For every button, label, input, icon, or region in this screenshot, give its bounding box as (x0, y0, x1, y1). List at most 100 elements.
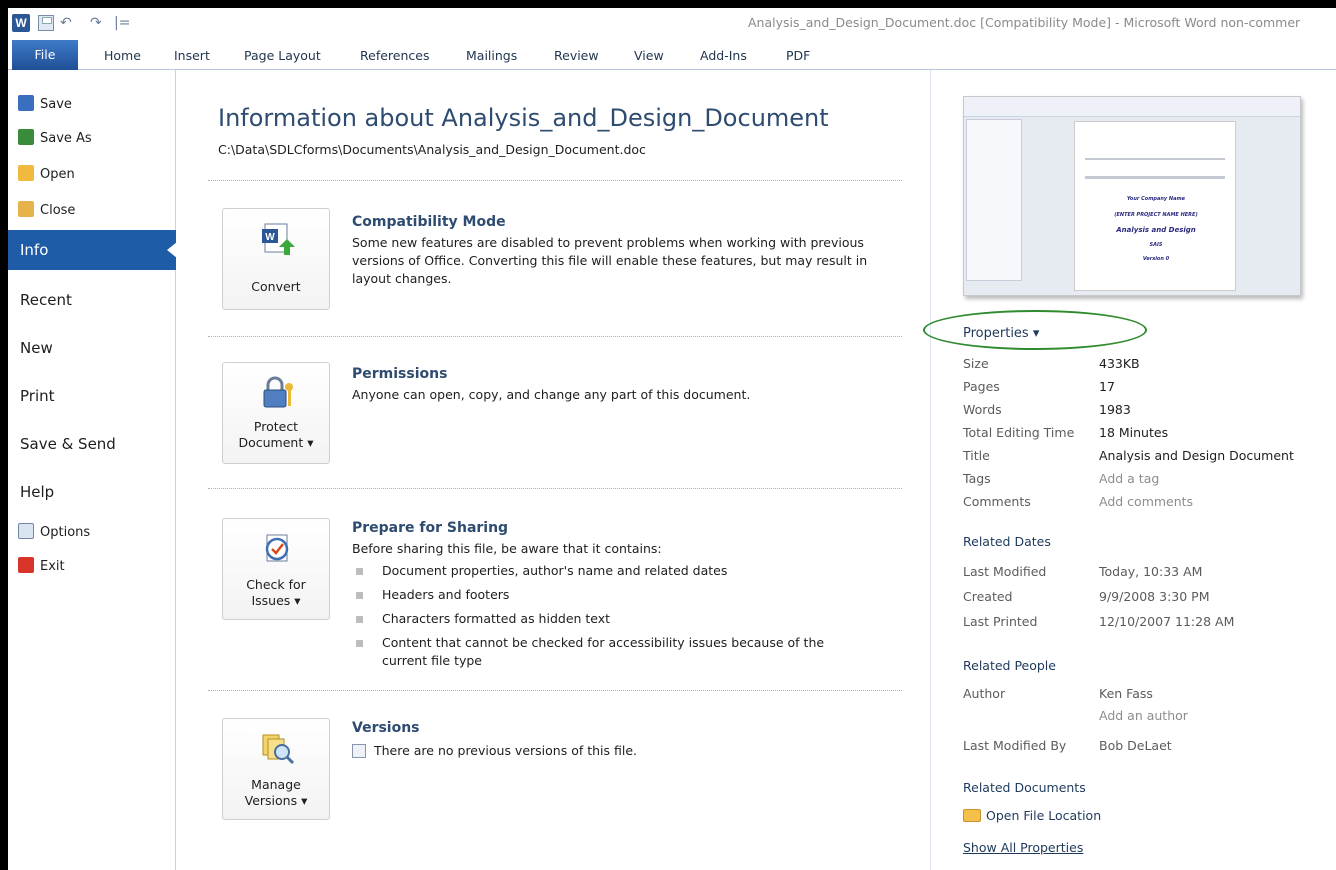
open-folder-icon (18, 165, 34, 181)
convert-button[interactable]: W Convert (222, 208, 330, 310)
prop-value: 17 (1099, 379, 1115, 394)
nav-item-info[interactable]: Info (8, 230, 177, 270)
protect-label-line1: Protect (253, 419, 299, 434)
nav-item-new[interactable]: New (8, 328, 176, 368)
properties-dropdown[interactable]: Properties ▾ (963, 326, 1039, 341)
nav-item-recent[interactable]: Recent (8, 280, 176, 320)
exit-label: Exit (40, 559, 65, 574)
check-issues-label-line1: Check for (246, 577, 306, 592)
sharing-bullet: Content that cannot be checked for acces… (354, 634, 864, 670)
inspect-document-icon (265, 534, 289, 562)
protect-label-line2: Document ▾ (238, 435, 314, 450)
ribbon-tabs: File Home Insert Page Layout References … (8, 40, 1336, 70)
document-thumbnail[interactable]: Your Company Name (ENTER PROJECT NAME HE… (963, 96, 1301, 296)
divider (208, 488, 902, 489)
tab-page-layout[interactable]: Page Layout (244, 45, 321, 67)
versions-title: Versions (352, 720, 420, 736)
compatibility-text: Some new features are disabled to preven… (352, 235, 868, 286)
tab-home[interactable]: Home (104, 45, 141, 67)
related-people-heading: Related People (963, 658, 1056, 673)
open-command[interactable]: Open (18, 164, 75, 186)
prop-label: Title (963, 448, 990, 463)
open-label: Open (40, 167, 75, 182)
related-dates-heading: Related Dates (963, 534, 1051, 549)
permissions-title: Permissions (352, 366, 448, 382)
options-label: Options (40, 525, 91, 540)
modified-by-name[interactable]: Bob DeLaet (1099, 738, 1172, 753)
prop-label: Pages (963, 379, 1000, 394)
versions-text: There are no previous versions of this f… (352, 742, 872, 760)
sharing-bullet: Document properties, author's name and r… (354, 562, 874, 580)
check-issues-label-line2: Issues ▾ (251, 593, 301, 608)
divider (208, 336, 902, 337)
lock-key-icon (263, 376, 293, 408)
show-all-properties-link[interactable]: Show All Properties (963, 840, 1083, 855)
nav-item-print[interactable]: Print (8, 376, 176, 416)
close-label: Close (40, 203, 76, 218)
tab-file[interactable]: File (12, 40, 78, 70)
options-icon (18, 523, 34, 539)
save-as-command[interactable]: Save As (18, 128, 92, 150)
related-documents-heading: Related Documents (963, 780, 1086, 795)
save-command[interactable]: Save (18, 94, 72, 116)
redo-icon[interactable]: ↷ (90, 14, 102, 32)
versions-small-icon (352, 744, 366, 758)
exit-command[interactable]: Exit (18, 556, 65, 578)
add-author-field[interactable]: Add an author (1099, 708, 1188, 723)
exit-icon (18, 557, 34, 573)
convert-label: Convert (251, 279, 301, 294)
thumbnail-navigation (966, 119, 1022, 281)
tab-insert[interactable]: Insert (174, 45, 210, 67)
options-command[interactable]: Options (18, 522, 90, 544)
tab-pdf[interactable]: PDF (786, 45, 810, 67)
check-for-issues-button[interactable]: Check for Issues ▾ (222, 518, 330, 620)
save-as-icon (18, 129, 34, 145)
title-field[interactable]: Analysis and Design Document (1099, 448, 1294, 463)
quick-save-icon[interactable] (38, 15, 54, 31)
properties-panel: Your Company Name (ENTER PROJECT NAME HE… (923, 70, 1336, 870)
save-icon (18, 95, 34, 111)
versions-text-label: There are no previous versions of this f… (374, 743, 638, 758)
tab-add-ins[interactable]: Add-Ins (700, 45, 747, 67)
prop-label: Words (963, 402, 1002, 417)
tags-field[interactable]: Add a tag (1099, 471, 1159, 486)
manage-versions-button[interactable]: Manage Versions ▾ (222, 718, 330, 820)
open-file-location-link[interactable]: Open File Location (963, 808, 1101, 823)
sharing-bullet: Headers and footers (354, 586, 874, 604)
prop-value: Today, 10:33 AM (1099, 564, 1203, 579)
word-window: W ↶ ↷ |= Analysis_and_Design_Document.do… (8, 8, 1336, 870)
undo-icon[interactable]: ↶ (60, 14, 72, 32)
author-name[interactable]: Ken Fass (1099, 686, 1153, 701)
prop-label: Author (963, 686, 1006, 701)
thumbnail-text: SAIS (1149, 242, 1163, 248)
nav-item-save-send[interactable]: Save & Send (8, 424, 176, 464)
tab-references[interactable]: References (360, 45, 429, 67)
prop-label: Size (963, 356, 989, 371)
prop-value: 18 Minutes (1099, 425, 1169, 440)
tab-view[interactable]: View (634, 45, 664, 67)
thumbnail-text: Version 0 (1142, 256, 1170, 262)
customize-qat-icon[interactable]: |= (114, 14, 130, 32)
sharing-intro: Before sharing this file, be aware that … (352, 541, 662, 556)
comments-field[interactable]: Add comments (1099, 494, 1193, 509)
protect-document-button[interactable]: Protect Document ▾ (222, 362, 330, 464)
info-pane: Information about Analysis_and_Design_Do… (176, 70, 930, 870)
svg-text:W: W (265, 232, 275, 243)
nav-item-help[interactable]: Help (8, 472, 176, 512)
close-command[interactable]: Close (18, 200, 75, 222)
document-path: C:\Data\SDLCforms\Documents\Analysis_and… (218, 142, 646, 157)
word-app-icon[interactable]: W (12, 14, 30, 32)
prop-value: 9/9/2008 3:30 PM (1099, 589, 1210, 604)
sharing-title: Prepare for Sharing (352, 520, 509, 536)
tab-review[interactable]: Review (554, 45, 599, 67)
prop-label: Last Modified (963, 564, 1047, 579)
divider (208, 180, 902, 181)
compatibility-title: Compatibility Mode (352, 214, 506, 230)
thumbnail-text: Your Company Name (1126, 196, 1186, 202)
prop-value: 433KB (1099, 356, 1140, 371)
prop-label: Created (963, 589, 1013, 604)
thumbnail-text: (ENTER PROJECT NAME HERE) (1114, 212, 1198, 218)
window-title: Analysis_and_Design_Document.doc [Compat… (748, 15, 1301, 30)
permissions-text: Anyone can open, copy, and change any pa… (352, 387, 751, 402)
tab-mailings[interactable]: Mailings (466, 45, 517, 67)
